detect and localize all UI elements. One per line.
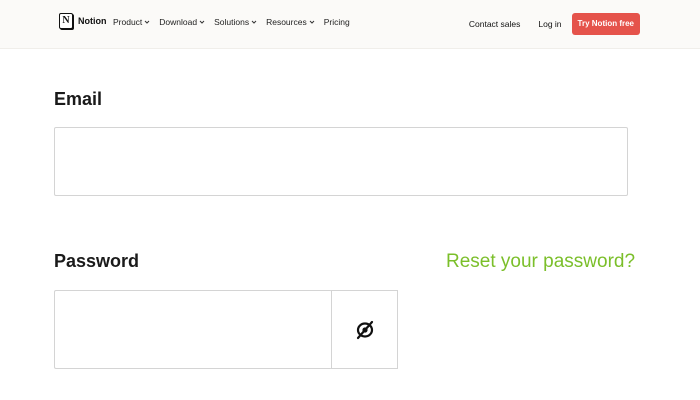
email-input[interactable] — [55, 128, 627, 195]
nav-link-pricing[interactable]: Pricing — [324, 17, 350, 27]
reset-password-link[interactable]: Reset your password? — [446, 251, 635, 273]
chevron-down-icon — [199, 20, 205, 24]
password-input[interactable] — [55, 291, 332, 368]
password-field[interactable] — [54, 290, 332, 369]
nav-link-label: Download — [159, 17, 198, 27]
toggle-password-visibility-button[interactable] — [331, 290, 398, 369]
password-label: Password — [54, 251, 140, 271]
logo-text: Notion — [78, 16, 107, 26]
eye-slash-icon — [356, 320, 373, 339]
nav-links: Product Download Solutions Resources Pri… — [113, 17, 350, 27]
try-notion-free-button[interactable]: Try Notion free — [571, 13, 640, 35]
login-page: N Notion Product Download Solutions Reso… — [0, 0, 700, 400]
chevron-down-icon — [144, 20, 150, 24]
nav-link-download[interactable]: Download — [159, 17, 205, 27]
nav-link-label: Product — [113, 17, 143, 27]
nav-link-label: Pricing — [323, 17, 350, 27]
chevron-down-icon — [251, 20, 257, 24]
chevron-down-icon — [309, 20, 315, 24]
login-link[interactable]: Log in — [538, 19, 561, 29]
nav-link-product[interactable]: Product — [113, 17, 150, 27]
email-field[interactable] — [54, 127, 628, 196]
notion-logo-icon: N — [59, 13, 73, 29]
nav-link-resources[interactable]: Resources — [266, 17, 315, 27]
top-navbar: N Notion Product Download Solutions Reso… — [0, 0, 700, 49]
email-label: Email — [54, 89, 103, 109]
contact-sales-link[interactable]: Contact sales — [469, 19, 521, 29]
nav-link-label: Solutions — [214, 17, 250, 27]
notion-logo[interactable]: N Notion — [59, 13, 107, 29]
nav-actions: Contact sales Log in Try Notion free — [469, 13, 640, 35]
nav-link-solutions[interactable]: Solutions — [214, 17, 257, 27]
nav-link-label: Resources — [266, 17, 307, 27]
